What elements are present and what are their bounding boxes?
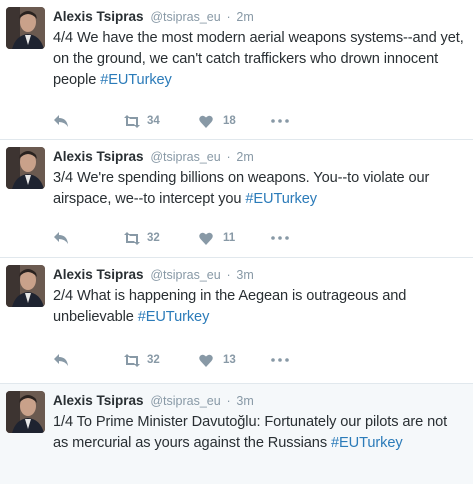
author-handle[interactable]: @tsipras_eu [150,268,220,282]
more-button[interactable] [271,236,291,240]
author-name[interactable]: Alexis Tsipras [53,393,144,408]
author-handle[interactable]: @tsipras_eu [150,10,220,24]
tweet[interactable]: Alexis Tsipras @tsipras_eu · 2m 3/4 We'r… [0,140,473,258]
avatar[interactable] [6,147,45,189]
author-handle[interactable]: @tsipras_eu [150,394,220,408]
separator: · [226,10,231,24]
like-count: 11 [223,232,236,244]
author-name[interactable]: Alexis Tsipras [53,149,144,164]
timestamp[interactable]: 3m [236,394,253,408]
more-icon [271,358,289,362]
more-icon [271,236,289,240]
tweet[interactable]: Alexis Tsipras @tsipras_eu · 2m 4/4 We h… [0,0,473,140]
timestamp[interactable]: 3m [236,268,253,282]
avatar[interactable] [6,265,45,307]
hashtag-link[interactable]: #EUTurkey [138,309,210,325]
retweet-icon [123,353,141,367]
reply-button[interactable] [53,114,123,128]
retweet-count: 34 [147,115,160,127]
like-button[interactable]: 13 [199,354,271,367]
separator: · [226,394,231,408]
retweet-count: 32 [147,354,160,366]
like-icon [199,115,213,128]
timestamp[interactable]: 2m [236,10,253,24]
tweet-text: 1/4 To Prime Minister Davutoğlu: Fortuna… [53,412,465,454]
more-button[interactable] [271,358,291,362]
author-name[interactable]: Alexis Tsipras [53,9,144,24]
like-button[interactable]: 18 [199,115,271,128]
tweet-text: 2/4 What is happening in the Aegean is o… [53,286,465,328]
tweet-actions: 32 13 [53,351,291,369]
tweet-text: 4/4 We have the most modern aerial weapo… [53,28,465,91]
avatar[interactable] [6,7,45,49]
reply-icon [53,353,69,367]
tweet-text: 3/4 We're spending billions on weapons. … [53,168,465,210]
author-name[interactable]: Alexis Tsipras [53,267,144,282]
retweet-button[interactable]: 32 [123,231,199,245]
author-handle[interactable]: @tsipras_eu [150,150,220,164]
tweet[interactable]: Alexis Tsipras @tsipras_eu · 3m 2/4 What… [0,258,473,384]
tweet-feed: Alexis Tsipras @tsipras_eu · 2m 4/4 We h… [0,0,473,484]
tweet-actions: 34 18 [53,112,291,130]
retweet-icon [123,231,141,245]
reply-button[interactable] [53,231,123,245]
more-button[interactable] [271,119,291,123]
like-icon [199,354,213,367]
tweet-text-body: 2/4 What is happening in the Aegean is o… [53,288,407,325]
retweet-icon [123,114,141,128]
more-icon [271,119,289,123]
hashtag-link[interactable]: #EUTurkey [100,72,172,88]
retweet-count: 32 [147,232,160,244]
separator: · [226,268,231,282]
like-count: 13 [223,354,236,366]
retweet-button[interactable]: 34 [123,114,199,128]
timestamp[interactable]: 2m [236,150,253,164]
like-button[interactable]: 11 [199,232,271,245]
retweet-button[interactable]: 32 [123,353,199,367]
like-icon [199,232,213,245]
like-count: 18 [223,115,236,127]
avatar[interactable] [6,391,45,433]
tweet[interactable]: Alexis Tsipras @tsipras_eu · 3m 1/4 To P… [0,384,473,484]
separator: · [226,150,231,164]
hashtag-link[interactable]: #EUTurkey [245,191,317,207]
tweet-text-body: 3/4 We're spending billions on weapons. … [53,170,430,207]
reply-icon [53,231,69,245]
reply-button[interactable] [53,353,123,367]
tweet-actions: 32 11 [53,229,291,247]
reply-icon [53,114,69,128]
hashtag-link[interactable]: #EUTurkey [331,435,403,451]
